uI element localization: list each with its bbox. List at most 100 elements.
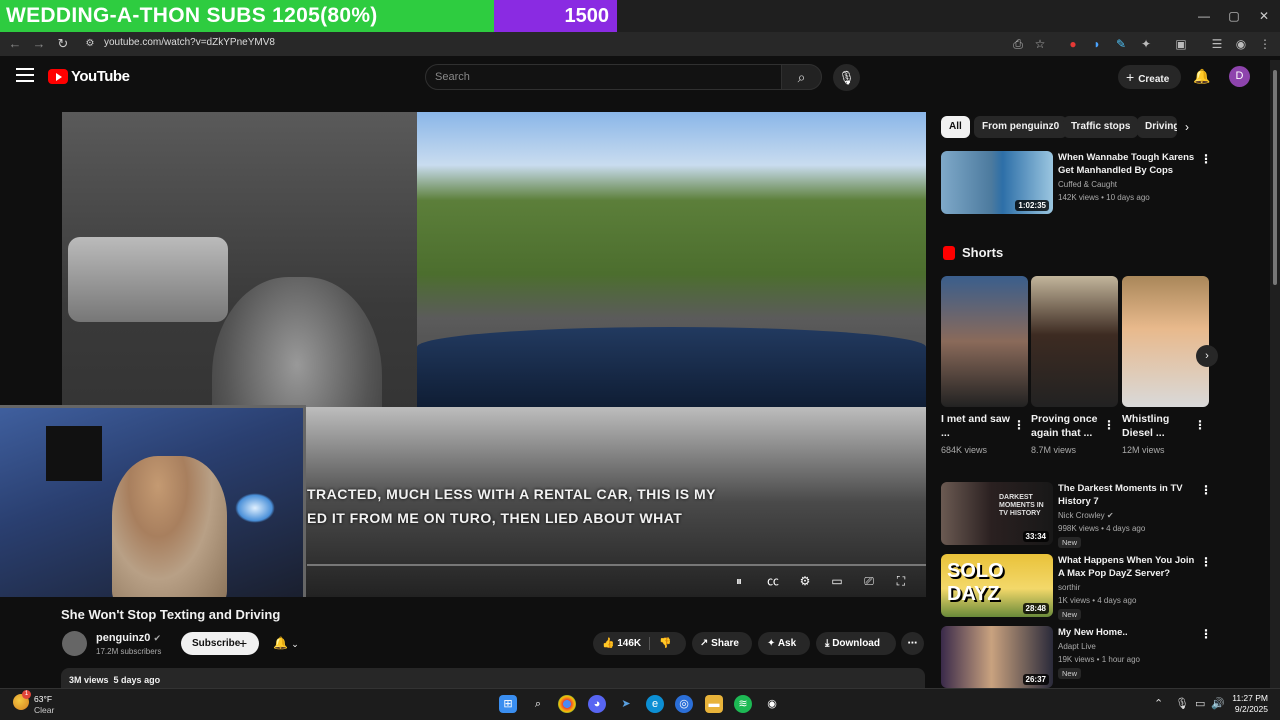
share-button[interactable]: ↗ Share [692, 632, 752, 655]
short-thumbnail[interactable] [1031, 276, 1118, 407]
create-button[interactable]: + Create [1118, 65, 1181, 89]
dislike-button[interactable]: 👎 [659, 632, 671, 655]
search-icon: ⌕ [797, 69, 806, 85]
channel-avatar[interactable] [62, 631, 87, 656]
search-input[interactable]: Search [425, 64, 782, 90]
url-field[interactable]: youtube.com/watch?v=dZkYPneYMV8 [104, 37, 275, 48]
video-title-link[interactable]: My New Home.. [1058, 626, 1198, 639]
subscriber-count: 17.2M subscribers [96, 647, 162, 656]
search-icon[interactable]: ⌕ [529, 695, 547, 713]
site-info-icon[interactable]: ⚙ [81, 35, 99, 53]
channel-name[interactable]: penguinz0 ✔ [96, 632, 161, 644]
short-thumbnail[interactable] [1122, 276, 1209, 407]
steam-icon[interactable]: ➤ [617, 695, 635, 713]
more-actions-button[interactable]: ⋯ [901, 632, 924, 655]
chevron-right-icon[interactable]: › [1185, 120, 1189, 134]
fullscreen-icon[interactable]: ⛶ [893, 574, 909, 588]
tray-overflow-icon[interactable]: ⌃ [1154, 697, 1163, 710]
file-explorer-icon[interactable]: ▬ [705, 695, 723, 713]
verified-icon: ✔ [153, 633, 161, 643]
like-button[interactable]: 👍 146K [602, 632, 641, 655]
video-channel[interactable]: Cuffed & Caught [1058, 178, 1117, 191]
download-button[interactable]: ⤓ Download [816, 632, 896, 655]
reading-list-icon[interactable]: ☰ [1208, 35, 1226, 53]
chip-all[interactable]: All [941, 116, 970, 138]
obs-icon[interactable]: ◉ [763, 695, 781, 713]
video-thumbnail[interactable]: 1:02:35 [941, 151, 1053, 214]
shorts-next-button[interactable]: › [1196, 345, 1218, 367]
theater-mode-icon[interactable]: ▭ [829, 574, 845, 588]
microphone-icon[interactable]: 🎙 [1175, 697, 1189, 710]
shorts-icon [943, 245, 955, 260]
chip-traffic-stops[interactable]: Traffic stops [1063, 116, 1139, 138]
description-box[interactable]: 3M views 5 days ago [61, 668, 925, 690]
short-thumbnail[interactable] [941, 276, 1028, 407]
subscribe-button[interactable]: Subscribe + [181, 632, 259, 655]
voice-search-button[interactable]: 🎙 [833, 64, 860, 91]
profile-icon[interactable]: ◉ [1232, 35, 1250, 53]
weather-temperature[interactable]: 63°F [34, 694, 52, 704]
short-more-icon[interactable]: ⋮ [1103, 418, 1115, 432]
video-channel[interactable]: Nick Crowley ✔ [1058, 509, 1114, 522]
menu-icon[interactable] [16, 68, 34, 84]
install-app-icon[interactable]: ⎙ [1009, 35, 1027, 53]
short-more-icon[interactable]: ⋮ [1013, 418, 1025, 432]
short-more-icon[interactable]: ⋮ [1194, 418, 1206, 432]
reload-icon[interactable]: ↻ [54, 35, 72, 53]
extension-icon-2[interactable]: ✎ [1112, 35, 1130, 53]
scrollbar-thumb[interactable] [1273, 70, 1277, 285]
captions-icon[interactable]: ㏄ [765, 574, 781, 588]
browser-menu-icon[interactable]: ⋮ [1256, 35, 1274, 53]
chip-from-penguinz0[interactable]: From penguinz0 [974, 116, 1068, 138]
notification-settings-button[interactable]: 🔔 ⌄ [265, 632, 312, 655]
extension-icon[interactable]: ◗ [1088, 35, 1106, 53]
maximize-button[interactable]: ▢ [1224, 6, 1244, 26]
channel-text: Nick Crowley [1058, 511, 1105, 520]
autoplay-toggle[interactable]: ⏸ [728, 574, 750, 588]
video-more-icon[interactable]: ⋮ [1200, 555, 1212, 569]
video-title: She Won't Stop Texting and Driving [61, 607, 281, 622]
weather-condition[interactable]: Clear [34, 705, 54, 715]
spotify-icon[interactable]: ≋ [734, 695, 752, 713]
video-more-icon[interactable]: ⋮ [1200, 152, 1212, 166]
video-title-link[interactable]: When Wannabe Tough Karens Get Manhandled… [1058, 151, 1198, 177]
video-more-icon[interactable]: ⋮ [1200, 483, 1212, 497]
video-title-link[interactable]: What Happens When You Join A Max Pop Day… [1058, 554, 1198, 580]
goal-counter: 1500 [494, 0, 617, 32]
new-badge: New [1058, 537, 1082, 548]
progress-bar[interactable] [307, 564, 926, 566]
video-title-link[interactable]: The Darkest Moments in TV History 7 [1058, 482, 1198, 508]
search-button[interactable]: ⌕ [781, 64, 822, 90]
ask-button[interactable]: ✦ Ask [758, 632, 810, 655]
notifications-bell-icon[interactable]: 🔔 [1193, 68, 1210, 85]
cast-icon[interactable]: ⎚ [861, 574, 877, 588]
chrome-icon[interactable] [558, 695, 576, 713]
close-button[interactable]: ✕ [1254, 6, 1274, 26]
video-thumbnail[interactable]: DARKEST MOMENTS IN TV HISTORY 33:34 [941, 482, 1053, 545]
network-icon[interactable]: ▭ [1195, 697, 1205, 710]
short-title[interactable]: Whistling Diesel ... [1122, 412, 1192, 440]
back-icon[interactable]: ← [6, 35, 24, 53]
video-channel[interactable]: sorthir [1058, 581, 1080, 594]
account-avatar[interactable]: D [1229, 66, 1250, 87]
start-windows-icon[interactable]: ⊞ [499, 695, 517, 713]
video-thumbnail[interactable]: SOLO DAYZ 28:48 [941, 554, 1053, 617]
short-title[interactable]: Proving once again that ... [1031, 412, 1101, 440]
chip-driving[interactable]: Driving [1137, 116, 1177, 138]
edge-icon[interactable]: e [646, 695, 664, 713]
video-channel[interactable]: Adapt Live [1058, 640, 1096, 653]
settings-gear-icon[interactable]: ⚙ [797, 574, 813, 588]
short-title[interactable]: I met and saw ... [941, 412, 1011, 440]
extensions-puzzle-icon[interactable]: ✦ [1137, 35, 1155, 53]
forward-icon[interactable]: → [30, 35, 48, 53]
adblock-extension-icon[interactable]: ● [1064, 35, 1082, 53]
system-clock[interactable]: 11:27 PM 9/2/2025 [1218, 693, 1268, 715]
bookmark-star-icon[interactable]: ☆ [1031, 35, 1049, 53]
video-more-icon[interactable]: ⋮ [1200, 627, 1212, 641]
side-panel-icon[interactable]: ▣ [1172, 35, 1190, 53]
app-icon[interactable]: ◎ [675, 695, 693, 713]
video-thumbnail[interactable]: 26:37 [941, 626, 1053, 688]
minimize-button[interactable]: — [1194, 6, 1214, 26]
discord-icon[interactable]: ◕ [588, 695, 606, 713]
youtube-logo[interactable]: YouTube [48, 68, 130, 85]
